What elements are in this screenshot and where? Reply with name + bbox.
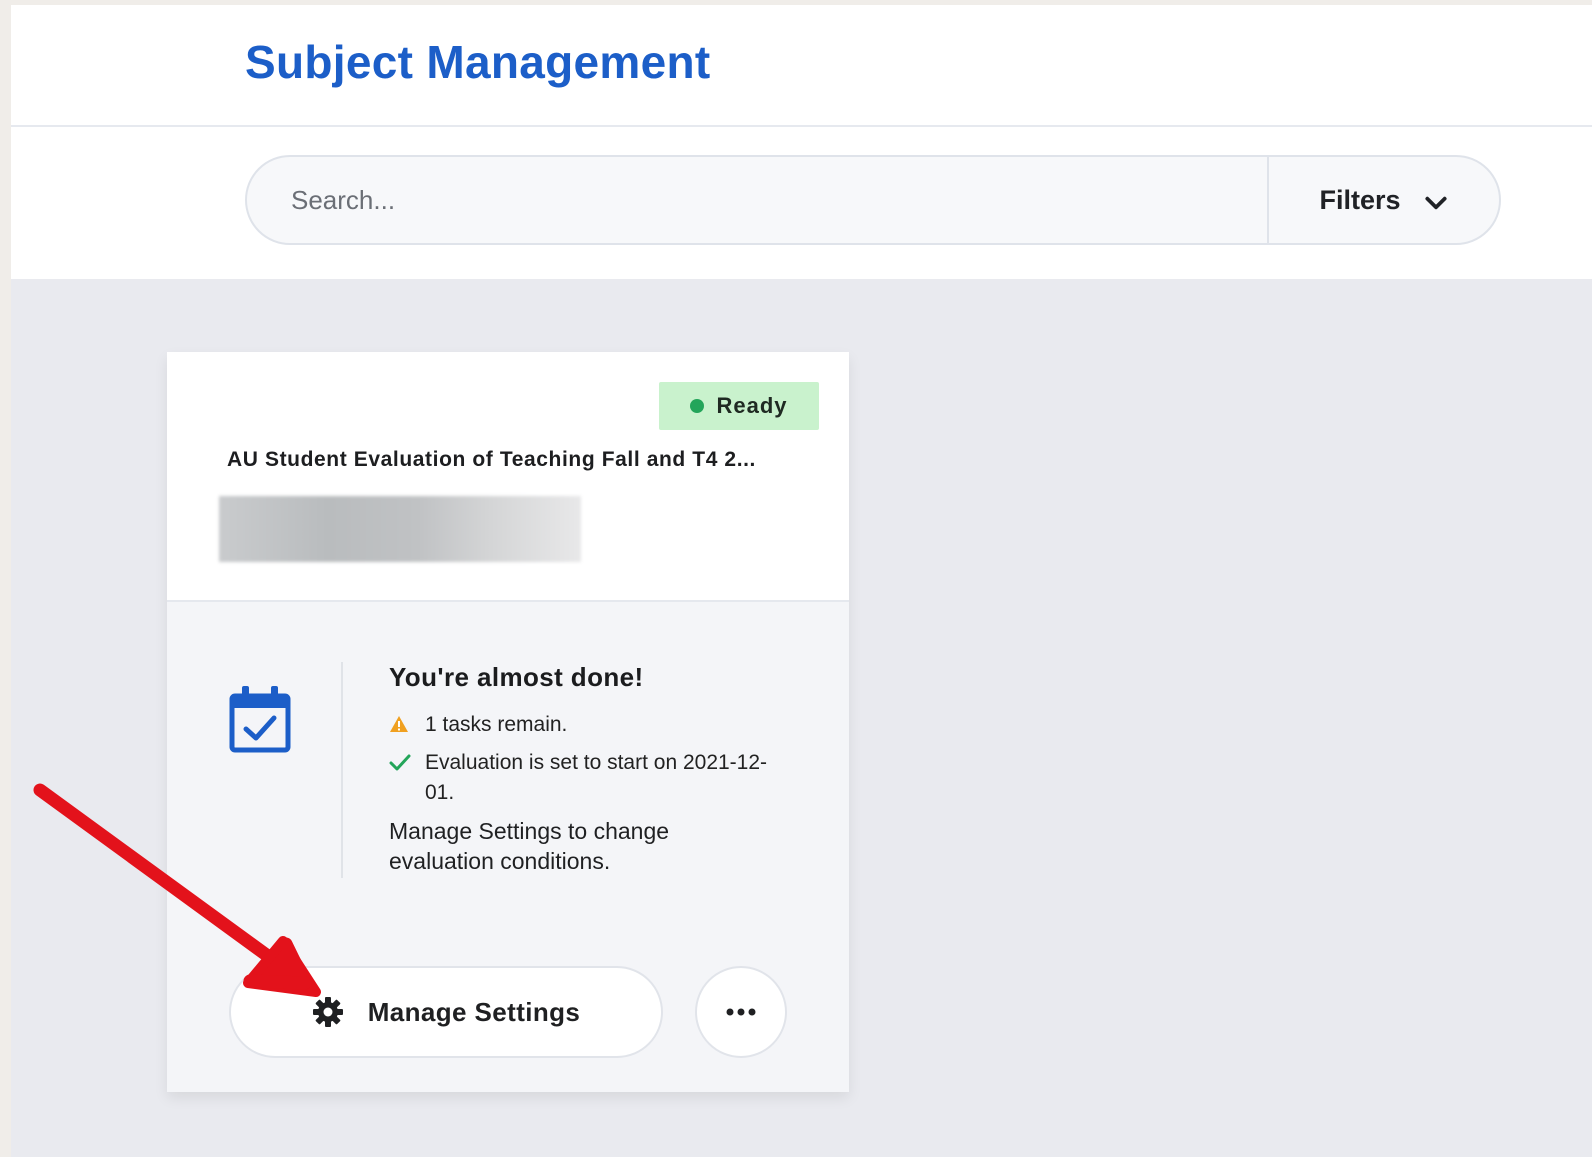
page-header: Subject Management: [11, 5, 1592, 127]
manage-settings-button[interactable]: Manage Settings: [229, 966, 663, 1058]
app-frame: Subject Management Filters Ready AU Stud…: [11, 5, 1592, 1157]
task-text: 1 tasks remain.: [425, 713, 568, 736]
card-body: You're almost done! 1 tasks remain. Eval…: [167, 602, 849, 1092]
status-text: Ready: [716, 393, 788, 418]
warning-icon: [390, 716, 408, 732]
chevron-down-icon: [1424, 196, 1447, 210]
search-band: Filters: [11, 127, 1592, 279]
redacted-block: [219, 496, 581, 562]
search-bar: Filters: [245, 155, 1501, 245]
vertical-divider: [341, 662, 343, 878]
more-options-button[interactable]: [695, 966, 787, 1058]
task-text: Evaluation is set to start on 2021-12-01…: [425, 751, 768, 804]
more-options-icon: [726, 1008, 756, 1016]
evaluation-card: Ready AU Student Evaluation of Teaching …: [167, 352, 849, 1092]
check-icon: [389, 754, 411, 771]
card-title[interactable]: AU Student Evaluation of Teaching Fall a…: [227, 448, 787, 472]
manage-note: Manage Settings to change evaluation con…: [389, 818, 670, 874]
status-dot-icon: [690, 399, 705, 413]
search-input[interactable]: [247, 157, 1267, 243]
manage-settings-label: Manage Settings: [367, 996, 581, 1027]
progress-title: You're almost done!: [389, 662, 644, 692]
page-title: Subject Management: [245, 36, 711, 88]
card-header: Ready AU Student Evaluation of Teaching …: [167, 352, 849, 602]
filters-label: Filters: [1319, 184, 1401, 215]
calendar-check-icon: [229, 686, 291, 753]
filters-button[interactable]: Filters: [1269, 157, 1499, 243]
status-badge: Ready: [659, 382, 819, 430]
gear-icon: [312, 997, 343, 1027]
